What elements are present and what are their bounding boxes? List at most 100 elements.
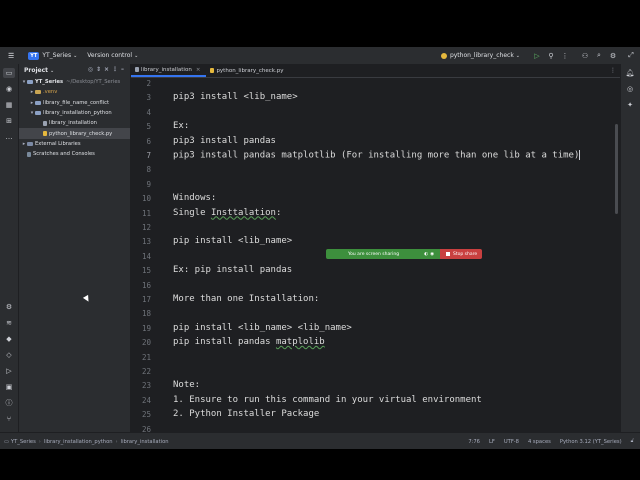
code-line[interactable]: Ex: pip install pandas [173,265,292,275]
tab-label: library_installation [141,66,192,73]
git-icon[interactable]: ⑂ [3,414,15,424]
more-icon[interactable]: ⋮ [610,67,616,74]
tree-item[interactable]: ▸ External Libraries [19,139,130,149]
tree-item[interactable]: Scratches and Consoles [19,149,130,159]
run-icon[interactable]: ▷ [532,52,542,60]
line-number: 13 [141,237,151,247]
main-menu-button[interactable]: ☰ [8,52,14,60]
code-line[interactable]: Ex: [173,121,189,131]
project-panel-header[interactable]: Project ⌄ ◎⇕×⋮– [19,64,130,77]
line-number: 21 [141,352,151,362]
folder-icon [35,111,41,116]
tree-item[interactable]: ▾ library_installation_python [19,108,130,118]
search-icon[interactable]: ⌕ [594,51,604,60]
tree-item-label: External Libraries [35,140,81,147]
line-number: 6 [146,136,151,146]
code-line[interactable]: 2. Python Installer Package [173,409,319,419]
line-number: 2 [146,79,151,88]
code-line[interactable]: pip install <lib_name> <lib_name> [173,323,352,333]
python-interpreter[interactable]: Python 3.12 (YT_Series) [560,439,622,445]
more-icon[interactable]: ⋮ [560,52,570,60]
tree-item[interactable]: ▸ .venv [19,87,130,97]
tree-item-label: library_installation [49,120,97,127]
folder-icon [35,90,41,95]
text-caret [579,150,581,160]
share-controls-icon[interactable]: ◐◉ [424,252,436,257]
project-panel: Project ⌄ ◎⇕×⋮– ▾ YT_Series ~/Desktop/YT_S… [19,64,131,432]
add-user-icon[interactable]: ⚇ [580,52,590,60]
vcs-label: Version control [87,52,133,59]
code-line[interactable]: pip3 install <lib_name> [173,92,298,102]
file-encoding[interactable]: UTF-8 [504,439,519,445]
tree-item-label: library_file_name_conflict [43,99,109,106]
vcs-widget[interactable]: Version control ⌄ [87,52,138,59]
fullscreen-icon[interactable]: ⤢ [626,51,636,60]
project-name: YT_Series [42,52,72,59]
line-number: 22 [141,367,151,376]
code-line[interactable]: 1. Ensure to run this command in your vi… [173,395,482,405]
terminal-icon[interactable]: ▣ [3,382,15,392]
tab-python-library-check[interactable]: python_library_check.py [206,64,289,77]
share-message: You are screen sharing [348,251,400,257]
stop-icon [446,252,450,256]
close-icon[interactable]: × [196,67,201,73]
line-ending[interactable]: LF [489,439,495,445]
chevron-down-icon: ⌄ [515,52,520,59]
title-bar: ☰ YT YT_Series ⌄ Version control ⌄ pytho… [0,47,640,65]
more-tools-icon[interactable]: … [3,132,15,142]
code-line[interactable]: pip3 install pandas [173,136,276,146]
code-line[interactable]: pip install <lib_name> [173,236,292,246]
line-number: 18 [141,309,151,319]
breadcrumb-item[interactable]: library_installation_python [44,439,113,445]
caret-position[interactable]: 7:76 [468,439,480,445]
folder-icon [35,100,41,105]
notifications-icon[interactable]: 🔔︎ [624,68,636,78]
services-icon[interactable]: ◇ [3,350,15,360]
code-line[interactable]: More than one Installation: [173,294,319,304]
spelling-warning[interactable]: matplolib [276,337,325,347]
code-line[interactable]: Single Insttalation: [173,208,281,218]
breadcrumb-item[interactable]: library_installation [121,439,169,445]
run-config-label: python_library_check [449,52,514,59]
folder-icon[interactable]: ▭ [3,68,15,78]
code-line[interactable]: pip3 install pandas matplotlib (For inst… [173,150,581,161]
folder-icon [27,80,33,85]
line-number: 9 [146,179,151,189]
run-config-selector[interactable]: python_library_check ⌄ [440,52,520,59]
tree-item[interactable]: ▾ YT_Series ~/Desktop/YT_Series [19,77,130,87]
project-tree: ▾ YT_Series ~/Desktop/YT_Series ▸ .venv ▸ libr… [19,77,130,159]
line-number: 23 [141,381,151,391]
gear-icon[interactable]: ⚙ [608,52,618,60]
spelling-warning[interactable]: Insttalation [211,208,276,218]
code-line[interactable]: pip install pandas matplolib [173,337,325,347]
breadcrumb-item[interactable]: YT_Series [11,439,36,445]
panel-tools[interactable]: ◎⇕×⋮– [88,66,127,73]
python-console-icon[interactable]: ◆ [3,334,15,344]
tree-item[interactable]: library_installation [19,118,130,128]
indent-setting[interactable]: 4 spaces [528,439,551,445]
tree-item[interactable]: python_library_check.py [19,128,130,139]
code-line[interactable]: Note: [173,380,200,390]
debug-icon[interactable]: ⚲ [546,52,556,60]
ide-window: ☰ YT YT_Series ⌄ Version control ⌄ pytho… [0,47,640,449]
stop-share-button[interactable]: Stop share [440,249,482,259]
layers-icon[interactable]: ≋ [3,318,15,328]
python-icon [440,52,447,59]
database-icon[interactable]: ◎ [624,84,636,94]
tree-item[interactable]: ▸ library_file_name_conflict [19,98,130,108]
python-packages-icon[interactable]: ⚙ [3,302,15,312]
vertical-scrollbar[interactable] [615,124,618,214]
project-switcher[interactable]: YT YT_Series ⌄ [28,51,77,60]
structure-icon[interactable]: ⊞ [3,116,15,126]
problems-icon[interactable]: ⓘ [3,398,15,408]
packages-icon[interactable]: ▦ [3,100,15,110]
lock-icon[interactable]: 🔓︎ [631,438,634,445]
code-line[interactable]: Windows: [173,193,216,203]
commit-icon[interactable]: ◉ [3,84,15,94]
tab-library-installation[interactable]: library_installation × [131,64,207,77]
line-number: 5 [146,122,151,132]
line-number: 14 [141,251,151,261]
run-tool-icon[interactable]: ▷ [3,366,15,376]
library-icon [27,141,33,146]
ai-assistant-icon[interactable]: ✦ [624,100,636,110]
